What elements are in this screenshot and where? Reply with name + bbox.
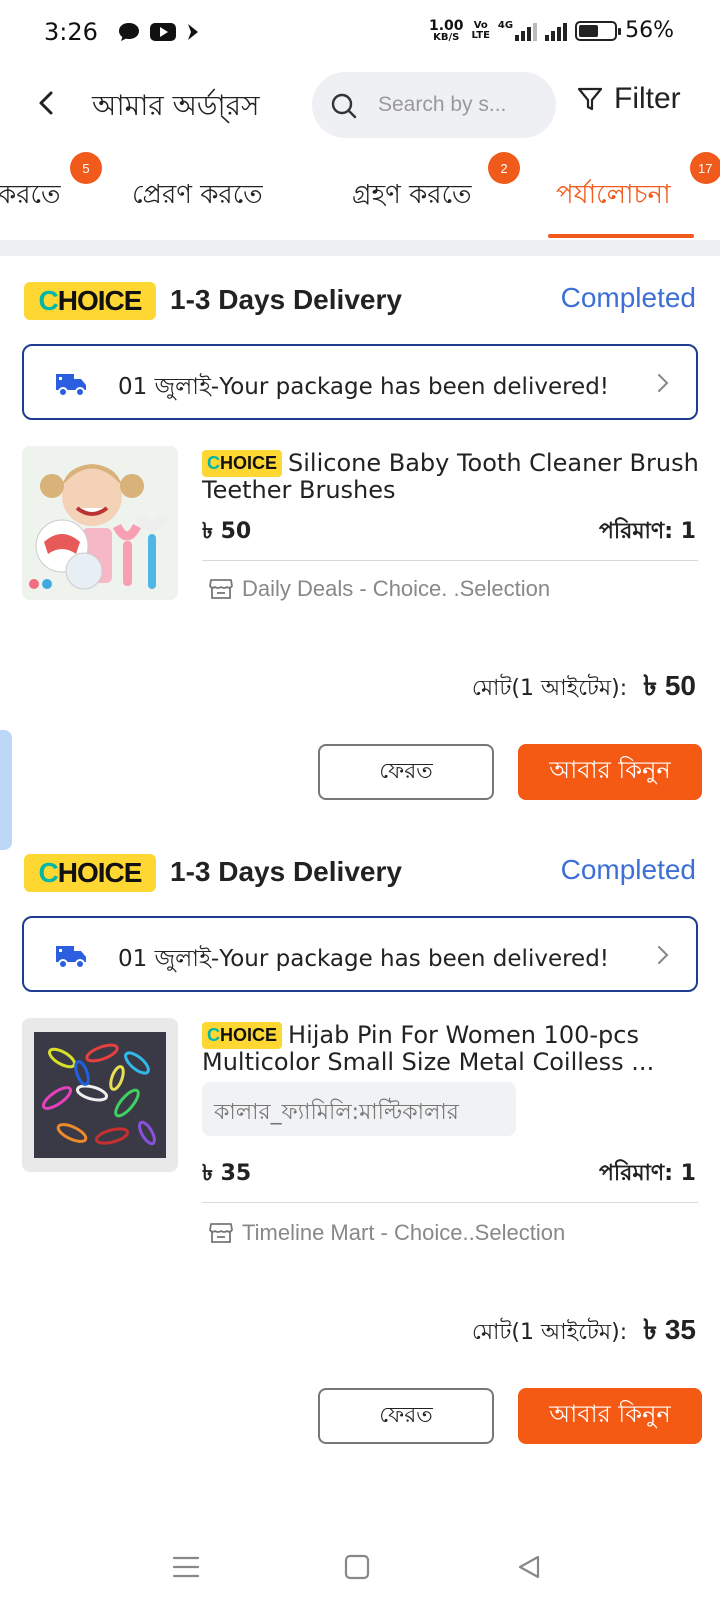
choice-badge: CHOICE <box>202 450 283 477</box>
total-label: মোট(1 আইটেম): <box>471 676 628 701</box>
delivery-truck-icon <box>56 374 86 397</box>
back-triangle-icon[interactable] <box>516 1554 542 1580</box>
baby-toothbrush-image <box>22 446 178 600</box>
choice-logo: C HOICE <box>24 854 156 892</box>
filter-button[interactable]: Filter <box>576 82 681 116</box>
tab-badge: 17 <box>690 152 720 184</box>
tab-badge: 2 <box>488 152 520 184</box>
choice-badge: CHOICE <box>202 1022 283 1049</box>
status-time: 3:26 <box>44 18 98 46</box>
system-icons: 1.00 KB/S Vo LTE 4G 56% <box>429 18 674 43</box>
buy-again-button[interactable]: আবার কিনুন <box>518 744 702 800</box>
store-icon <box>209 1223 233 1243</box>
battery-icon <box>575 20 622 41</box>
search-icon <box>331 93 357 119</box>
product-price: ৳ 50 <box>202 519 252 544</box>
section-divider <box>0 240 720 256</box>
battery-percent: 56% <box>625 18 674 43</box>
volte-indicator: Vo LTE <box>471 19 490 41</box>
signal-4g-icon: 4G <box>498 20 538 41</box>
delivery-time: 1-3 Days Delivery <box>170 284 402 315</box>
arrow-app-icon <box>188 24 198 40</box>
order-card: C HOICE 1-3 Days Delivery Completed 01 জু… <box>0 830 720 1520</box>
chevron-right-icon <box>658 946 669 964</box>
product-name[interactable]: CHOICE Silicone Baby Tooth Cleaner Brush … <box>202 450 702 504</box>
total-amount: ৳ 50 <box>643 670 696 701</box>
store-name: Timeline Mart - Choice..Selection <box>242 1220 566 1245</box>
product-image[interactable] <box>22 1018 178 1172</box>
tab-badge: 5 <box>70 152 102 184</box>
menu-icon[interactable] <box>172 1554 200 1580</box>
notification-icons <box>118 22 200 42</box>
search-input[interactable] <box>378 86 538 124</box>
delivery-notice[interactable]: 01 জুলাই-Your package has been delivered… <box>22 916 698 992</box>
order-tabs: করতে 5 প্রেরণ করতে গ্রহণ করতে 2 পর্যালোচ… <box>0 152 720 240</box>
delivery-notice-text: 01 জুলাই-Your package has been delivered… <box>118 374 610 400</box>
product-image[interactable] <box>22 446 178 600</box>
choice-logo: C HOICE <box>24 282 156 320</box>
product-quantity: পরিমাণ: 1 <box>599 1161 696 1186</box>
search-box[interactable] <box>312 72 556 138</box>
filter-label: Filter <box>614 82 681 115</box>
total-label: মোট(1 আইটেম): <box>471 1320 628 1345</box>
product-quantity: পরিমাণ: 1 <box>599 519 696 544</box>
delivery-time: 1-3 Days Delivery <box>170 856 402 887</box>
header: আমার অর্ডা্রস Filter <box>0 70 720 138</box>
network-speed: 1.00 KB/S <box>429 17 464 43</box>
system-nav-bar <box>0 1540 720 1612</box>
tab-to-pay[interactable]: করতে <box>0 174 60 218</box>
page-title: আমার অর্ডা্রস <box>92 89 260 122</box>
order-total: মোট(1 আইটেম): ৳ 50 <box>472 664 696 711</box>
back-arrow-icon[interactable] <box>32 88 62 118</box>
store-name: Daily Deals - Choice. .Selection <box>242 576 551 601</box>
tab-to-receive[interactable]: গ্রহণ করতে <box>352 174 472 218</box>
product-price: ৳ 35 <box>202 1161 252 1186</box>
order-status: Completed <box>560 854 696 885</box>
order-status: Completed <box>560 282 696 313</box>
filter-icon <box>577 87 603 111</box>
home-square-icon[interactable] <box>344 1554 370 1580</box>
buy-again-button[interactable]: আবার কিনুন <box>518 1388 702 1444</box>
delivery-notice-text: 01 জুলাই-Your package has been delivered… <box>118 946 610 972</box>
divider <box>202 1202 698 1203</box>
hijab-pins-image <box>22 1018 178 1172</box>
delivery-notice[interactable]: 01 জুলাই-Your package has been delivered… <box>22 344 698 420</box>
store-link[interactable]: Daily Deals - Choice. .Selection <box>208 576 550 602</box>
order-card: C HOICE 1-3 Days Delivery Completed 01 জু… <box>0 258 720 848</box>
store-link[interactable]: Timeline Mart - Choice..Selection <box>208 1220 565 1246</box>
return-button[interactable]: ফেরত <box>318 1388 494 1444</box>
total-amount: ৳ 35 <box>643 1314 696 1345</box>
chat-bubble-icon <box>119 23 139 41</box>
product-variant: কালার_ফ্যামিলি:মাল্টিকালার <box>202 1082 516 1136</box>
divider <box>202 560 698 561</box>
signal-icon <box>545 21 568 41</box>
order-total: মোট(1 আইটেম): ৳ 35 <box>472 1308 696 1355</box>
product-name[interactable]: CHOICE Hijab Pin For Women 100-pcs Multic… <box>202 1022 702 1076</box>
chevron-right-icon <box>658 374 669 392</box>
status-bar: 3:26 1.00 KB/S Vo LTE 4G 56% <box>0 0 720 64</box>
youtube-icon <box>150 23 176 41</box>
tab-to-ship[interactable]: প্রেরণ করতে <box>132 174 263 218</box>
store-icon <box>209 579 233 599</box>
delivery-truck-icon <box>56 946 86 969</box>
active-tab-indicator <box>548 234 694 238</box>
return-button[interactable]: ফেরত <box>318 744 494 800</box>
tab-review[interactable]: পর্যালোচনা <box>556 174 671 218</box>
